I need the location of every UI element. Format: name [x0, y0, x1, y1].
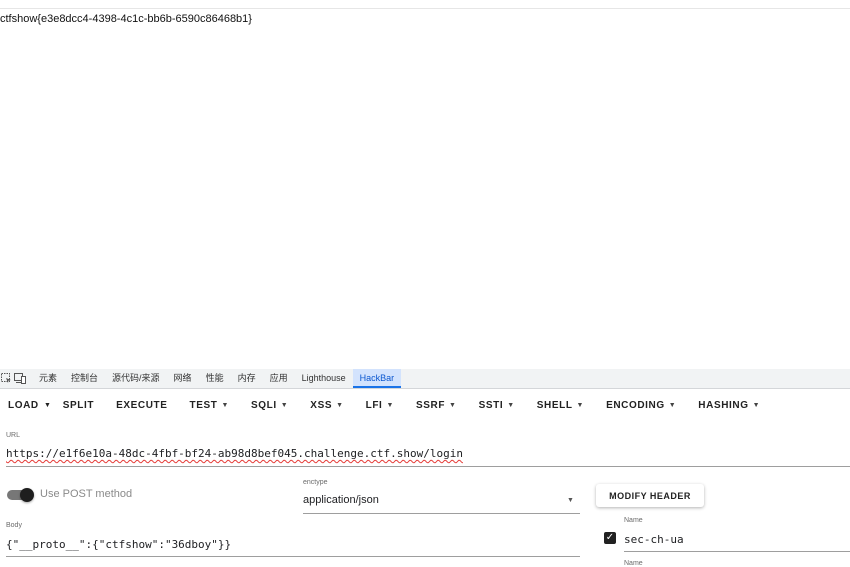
encoding-label: ENCODING — [606, 399, 665, 411]
load-button[interactable]: LOAD — [0, 389, 47, 421]
xss-label: XSS — [310, 399, 333, 411]
flag-text: ctfshow{e3e8dcc4-4398-4c1c-bb6b-6590c864… — [0, 13, 252, 25]
ssti-menu[interactable]: SSTI ▼ — [471, 389, 523, 421]
ssrf-label: SSRF — [415, 399, 446, 411]
test-label: TEST — [189, 399, 218, 411]
header-name-input[interactable]: sec-ch-ua — [624, 533, 684, 546]
header-name-label: Name — [624, 517, 643, 524]
test-menu[interactable]: TEST ▼ — [182, 389, 238, 421]
tab-console[interactable]: 控制台 — [64, 369, 105, 388]
hashing-menu[interactable]: HASHING ▼ — [690, 389, 768, 421]
chevron-down-icon: ▼ — [280, 401, 289, 409]
sqli-menu[interactable]: SQLI ▼ — [243, 389, 296, 421]
chevron-down-icon: ▼ — [386, 401, 394, 409]
post-method-label: Use POST method — [40, 488, 133, 500]
body-input[interactable]: {"__proto__":{"ctfshow":"36dboy"}} — [6, 538, 231, 551]
tab-hackbar[interactable]: HackBar — [352, 369, 402, 388]
split-label: SPLIT — [62, 399, 95, 411]
ssrf-menu[interactable]: SSRF ▼ — [408, 389, 465, 421]
shell-menu[interactable]: SHELL ▼ — [529, 389, 592, 421]
chevron-down-icon: ▼ — [576, 401, 585, 409]
lfi-menu[interactable]: LFI ▼ — [358, 389, 402, 421]
chevron-down-icon: ▼ — [221, 401, 230, 409]
chevron-down-icon: ▼ — [449, 401, 457, 409]
modify-header-button[interactable]: MODIFY HEADER — [596, 484, 704, 507]
body-label: Body — [6, 522, 22, 529]
device-toolbar-icon[interactable] — [13, 369, 26, 388]
enctype-select[interactable]: application/json — [303, 494, 379, 506]
tab-performance[interactable]: 性能 — [199, 369, 231, 388]
hashing-label: HASHING — [698, 399, 749, 411]
post-method-toggle[interactable] — [7, 488, 34, 502]
execute-button[interactable]: EXECUTE — [108, 389, 175, 421]
split-button[interactable]: SPLIT — [55, 389, 102, 421]
toggle-thumb — [20, 488, 34, 502]
lfi-label: LFI — [365, 399, 383, 411]
execute-label: EXECUTE — [116, 399, 168, 411]
chevron-down-icon: ▼ — [752, 401, 761, 409]
tab-sources[interactable]: 源代码/来源 — [105, 369, 167, 388]
shell-label: SHELL — [536, 399, 573, 411]
enctype-underline — [303, 513, 580, 514]
header-enabled-checkbox[interactable]: ✓ — [604, 532, 616, 544]
url-input[interactable]: https://e1f6e10a-48dc-4fbf-bf24-ab98d8be… — [6, 447, 463, 460]
chevron-down-icon: ▼ — [507, 401, 515, 409]
header-name-underline — [624, 551, 850, 552]
header-name-label-next: Name — [624, 560, 643, 567]
chevron-down-icon: ▼ — [668, 401, 677, 409]
url-underline — [6, 466, 850, 467]
load-dropdown-caret-icon[interactable]: ▼ — [41, 389, 55, 421]
body-underline — [6, 556, 580, 557]
tab-lighthouse[interactable]: Lighthouse — [295, 369, 353, 388]
devtools-tab-bar: 元素 控制台 源代码/来源 网络 性能 内存 应用 Lighthouse Hac… — [0, 369, 850, 389]
tab-elements[interactable]: 元素 — [32, 369, 64, 388]
browser-top-strip — [0, 0, 850, 9]
sqli-label: SQLI — [251, 399, 277, 411]
dropdown-arrow-icon[interactable]: ▼ — [567, 497, 574, 504]
tab-memory[interactable]: 内存 — [231, 369, 263, 388]
url-label: URL — [6, 432, 21, 439]
inspect-element-icon[interactable] — [0, 369, 13, 388]
tab-network[interactable]: 网络 — [167, 369, 199, 388]
ssti-label: SSTI — [478, 399, 504, 411]
encoding-menu[interactable]: ENCODING ▼ — [598, 389, 684, 421]
hackbar-toolbar: LOAD ▼ SPLIT EXECUTE TEST ▼ SQLI ▼ XSS ▼ LF… — [0, 389, 850, 421]
enctype-label: enctype — [303, 479, 328, 486]
tab-application[interactable]: 应用 — [263, 369, 295, 388]
chevron-down-icon: ▼ — [336, 401, 344, 409]
load-label: LOAD — [8, 399, 39, 411]
xss-menu[interactable]: XSS ▼ — [302, 389, 351, 421]
